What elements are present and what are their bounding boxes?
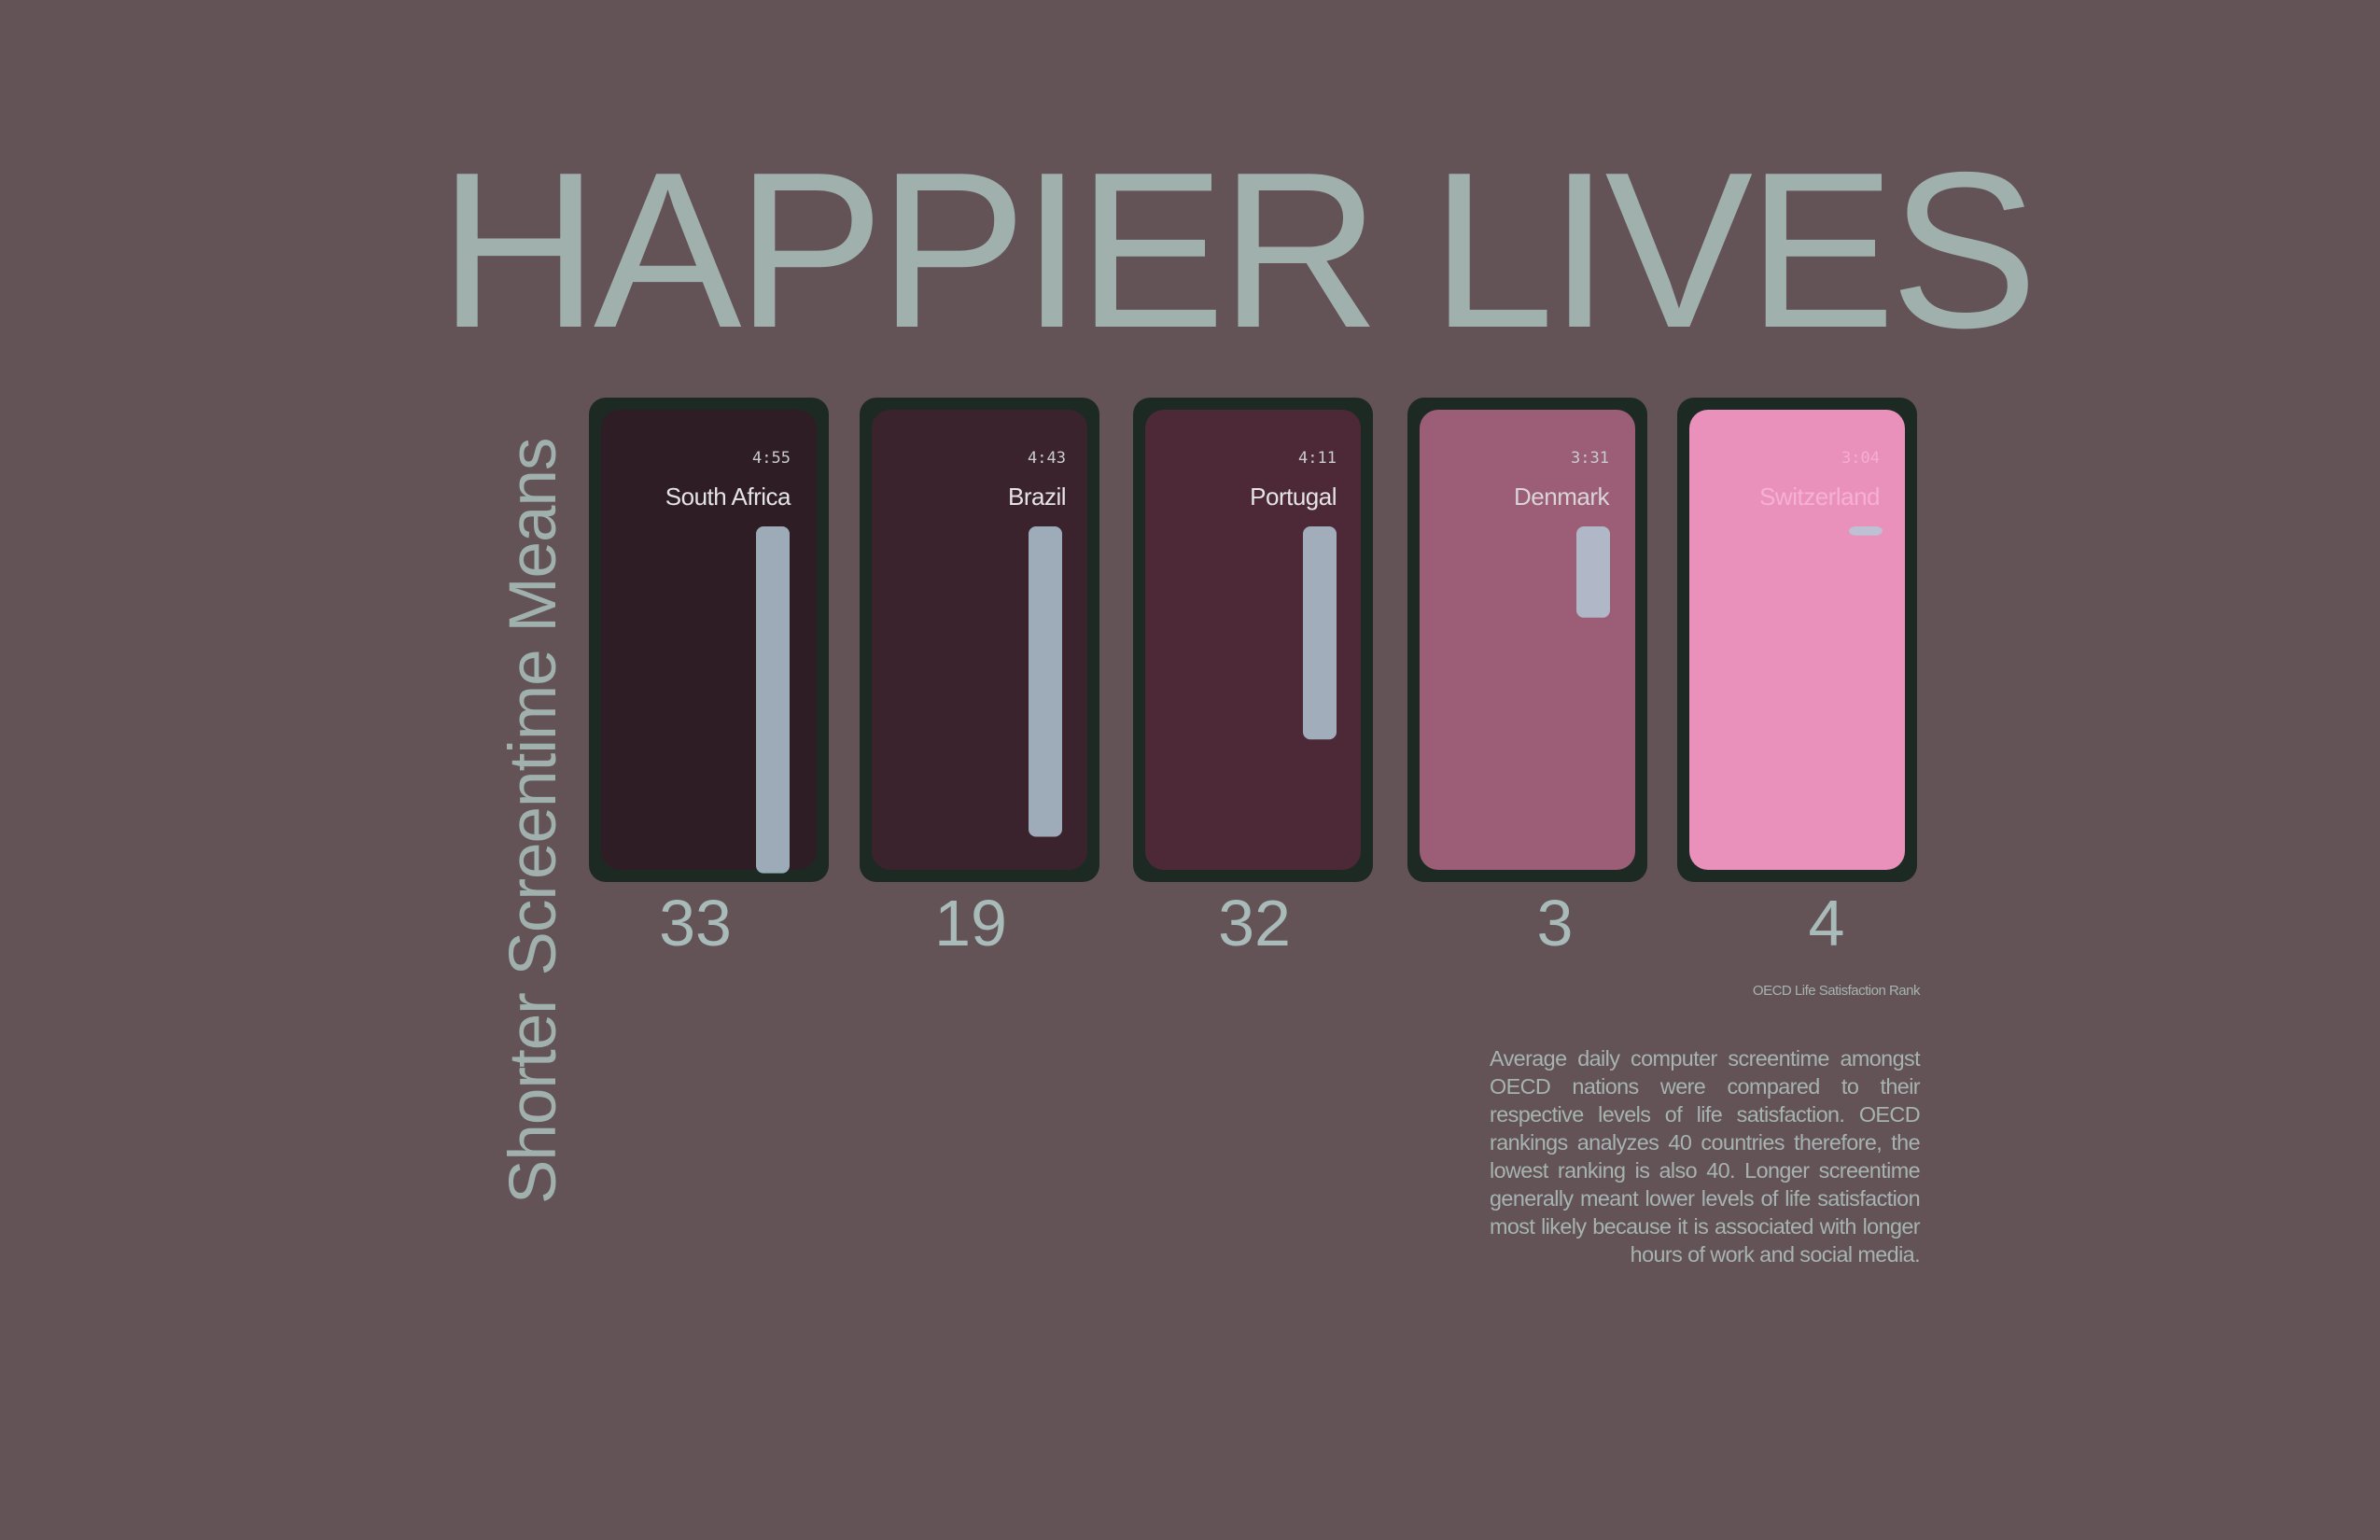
rank-value: 19: [934, 887, 1007, 959]
rank-value: 4: [1809, 887, 1845, 959]
rank-value: 3: [1537, 887, 1574, 959]
screentime-label: 3:04: [1841, 449, 1880, 468]
rank-axis-label: OECD Life Satisfaction Rank: [1752, 983, 1921, 999]
phone-screen-denmark: [1420, 410, 1635, 870]
screentime-label: 4:43: [1028, 449, 1066, 468]
rank-value: 32: [1218, 887, 1291, 959]
country-label: South Africa: [665, 483, 791, 511]
phone-screen-switzerland: [1689, 410, 1905, 870]
screentime-bar-south-africa: [756, 526, 790, 874]
screentime-bar-denmark: [1576, 526, 1610, 618]
country-label: Denmark: [1514, 483, 1610, 511]
rank-value: 33: [659, 887, 732, 959]
description-text: Average daily computer screentime amongs…: [1490, 1046, 1921, 1267]
screentime-label: 4:55: [752, 449, 791, 468]
chart: 4:55 South Africa 4:43 Brazil 4:11 Portugal 3:…: [589, 398, 1917, 959]
country-label: Brazil: [1008, 483, 1066, 511]
screentime-bar-switzerland: [1849, 526, 1883, 536]
country-label: Switzerland: [1759, 483, 1880, 511]
screentime-bar-portugal: [1303, 526, 1337, 740]
country-label: Portugal: [1250, 483, 1337, 511]
screentime-bar-brazil: [1029, 526, 1062, 837]
screentime-label: 4:11: [1298, 449, 1337, 468]
screentime-label: 3:31: [1571, 449, 1609, 468]
